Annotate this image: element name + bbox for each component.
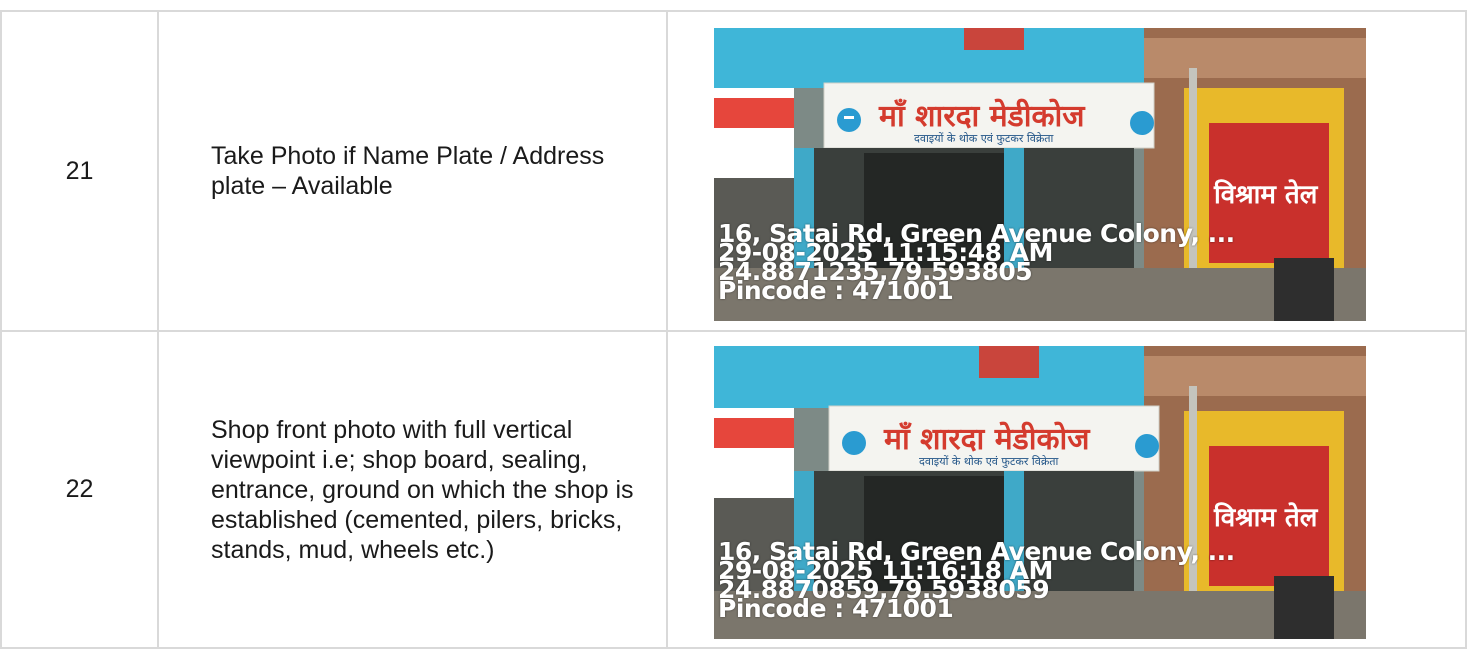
wall-text: विश्राम तेल: [1213, 502, 1319, 533]
row-description: Shop front photo with full vertical view…: [157, 330, 668, 649]
table-row: 21 Take Photo if Name Plate / Address pl…: [0, 10, 1467, 332]
shop-tagline: दवाइयों के थोक एवं फुटकर विक्रेता: [919, 455, 1059, 468]
shop-name: माँ शारदा मेडीकोज: [883, 421, 1091, 457]
photo-cell: विश्राम तेल माँ शारदा मेडीकोज दवाइयों के…: [666, 330, 1467, 649]
row-number: 21: [0, 10, 159, 332]
row-description: Take Photo if Name Plate / Address plate…: [157, 10, 668, 332]
shop-photo: विश्राम तेल माँ शारदा मेडीकोज दवाइयों के…: [714, 346, 1366, 639]
photo-geotag-overlay: 16, Satai Rd, Green Avenue Colony, ... 2…: [718, 539, 1235, 621]
photo-geotag-overlay: 16, Satai Rd, Green Avenue Colony, ... 2…: [718, 221, 1235, 303]
row-number: 22: [0, 330, 159, 649]
shop-tagline: दवाइयों के थोक एवं फुटकर विक्रेता: [914, 132, 1054, 145]
report-table: 21 Take Photo if Name Plate / Address pl…: [0, 10, 1467, 649]
photo-cell: विश्राम तेल माँ शारदा मेडीकोज दवाइयों के…: [666, 10, 1467, 332]
wall-text: विश्राम तेल: [1213, 179, 1319, 210]
shop-photo: विश्राम तेल माँ शारदा मेडीकोज दवाइयों के…: [714, 27, 1366, 321]
table-row: 22 Shop front photo with full vertical v…: [0, 330, 1467, 649]
shop-name: माँ शारदा मेडीकोज: [878, 98, 1086, 134]
